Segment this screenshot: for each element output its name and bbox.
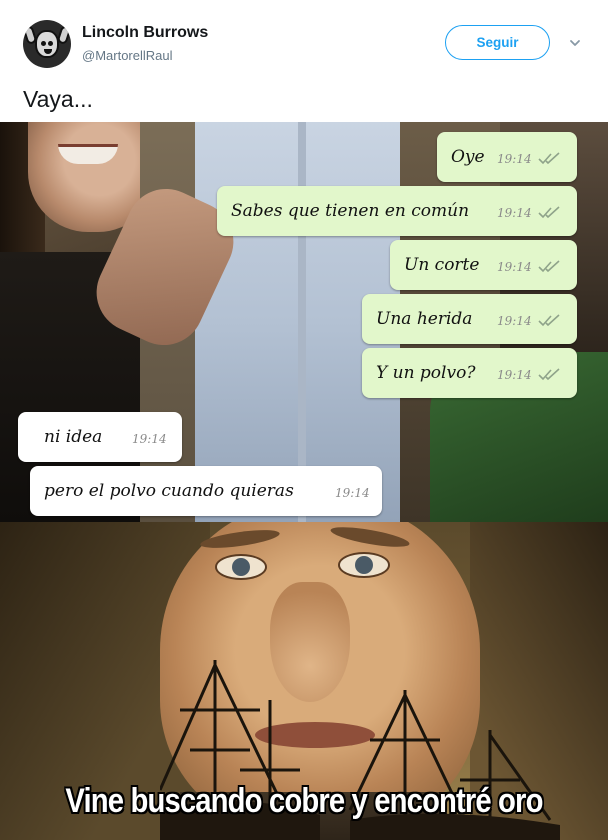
chat-timestamp: 19:14 <box>497 152 532 166</box>
avatar-face <box>35 30 59 58</box>
chat-timestamp: 19:14 <box>497 368 532 382</box>
chat-message-text: Oye <box>451 147 485 167</box>
chat-bubble-outgoing: Y un polvo? 19:14 <box>362 348 577 398</box>
chat-timestamp: 19:14 <box>497 260 532 274</box>
chat-message-text: Una herida <box>376 309 473 329</box>
chat-bubble-outgoing: Una herida 19:14 <box>362 294 577 344</box>
double-check-icon <box>538 152 560 165</box>
chat-timestamp: 19:14 <box>132 432 167 446</box>
double-check-icon <box>538 206 560 219</box>
double-check-icon <box>538 368 560 381</box>
chat-message-text: Sabes que tienen en común <box>231 201 470 221</box>
avatar[interactable] <box>23 20 71 68</box>
author-handle[interactable]: @MartorellRaul <box>82 48 173 63</box>
double-check-icon <box>538 260 560 273</box>
chat-bubble-outgoing: Un corte 19:14 <box>390 240 577 290</box>
tweet-text: Vaya... <box>23 86 93 112</box>
meme-portrait: Vine buscando cobre y encontré oro <box>0 522 608 840</box>
chat-bubble-incoming: ni idea 19:14 <box>18 412 182 462</box>
chat-message-text: pero el polvo cuando quieras <box>44 481 294 501</box>
chat-timestamp: 19:14 <box>497 314 532 328</box>
chat-message-text: Un corte <box>404 255 480 275</box>
chat-screenshot-photo: Oye 19:14 Sabes que tienen en común 19:1… <box>0 122 608 522</box>
avatar-hand-right <box>56 24 71 46</box>
chat-timestamp: 19:14 <box>497 206 532 220</box>
author-name[interactable]: Lincoln Burrows <box>82 24 208 42</box>
chevron-down-icon[interactable] <box>568 36 582 50</box>
tweet-media[interactable]: Oye 19:14 Sabes que tienen en común 19:1… <box>0 122 608 840</box>
chat-bubble-incoming: pero el polvo cuando quieras 19:14 <box>30 466 382 516</box>
chat-bubble-outgoing: Oye 19:14 <box>437 132 577 182</box>
chat-message-text: Y un polvo? <box>376 363 476 383</box>
meme-caption: Vine buscando cobre y encontré oro <box>65 782 543 820</box>
chat-bubble-outgoing: Sabes que tienen en común 19:14 <box>217 186 577 236</box>
tweet-header: Lincoln Burrows @MartorellRaul Seguir Va… <box>0 0 608 120</box>
follow-button[interactable]: Seguir <box>445 25 550 60</box>
double-check-icon <box>538 314 560 327</box>
chat-message-text: ni idea <box>44 427 103 447</box>
chat-timestamp: 19:14 <box>335 486 370 500</box>
